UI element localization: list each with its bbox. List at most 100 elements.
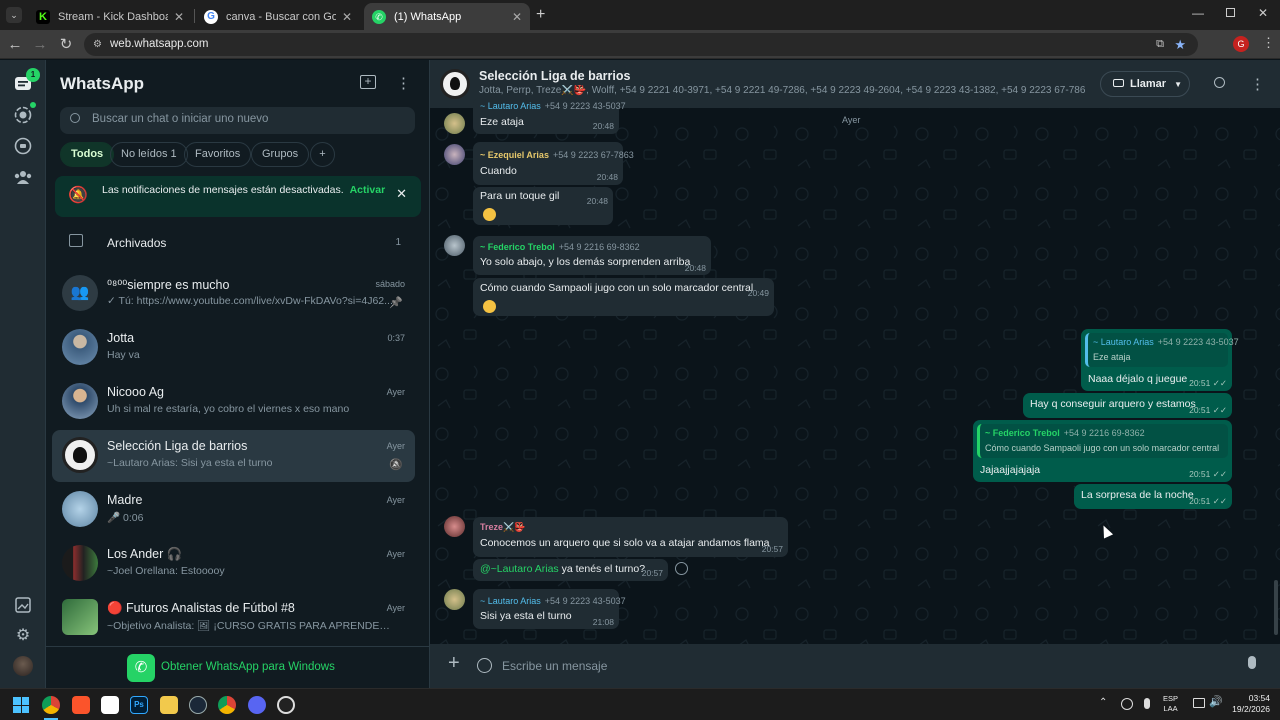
chat-row[interactable]: Nicooo Ag Uh si mal re estaría, yo cobro… bbox=[52, 376, 415, 428]
avatar bbox=[62, 491, 98, 527]
settings-icon[interactable]: ⚙ bbox=[11, 623, 35, 647]
microphone-tray-icon[interactable] bbox=[1144, 698, 1150, 709]
search-input[interactable]: Buscar un chat o iniciar uno nuevo bbox=[92, 113, 268, 125]
message-input[interactable]: Escribe un mensaje bbox=[502, 659, 607, 673]
profile-avatar[interactable] bbox=[13, 656, 33, 676]
forward-icon[interactable]: → bbox=[29, 34, 51, 56]
browser-menu-icon[interactable]: ⋮ bbox=[1262, 35, 1275, 51]
search-box[interactable]: Buscar un chat o iniciar uno nuevo bbox=[60, 107, 415, 134]
menu-icon[interactable]: ⋮ bbox=[1250, 75, 1265, 93]
message-in[interactable]: Cómo cuando Sampaoli jugo con un solo ma… bbox=[473, 278, 774, 316]
quoted-message[interactable]: ~ Lautaro Arias +54 9 2223 43-5037 Eze at… bbox=[1085, 333, 1239, 367]
message-out[interactable]: La sorpresa de la noche 20:51 ✓✓ bbox=[1074, 484, 1232, 509]
tab-title: canva - Buscar con Google bbox=[226, 10, 336, 23]
tray-app-icon[interactable] bbox=[1121, 698, 1133, 710]
sender-avatar bbox=[444, 589, 465, 610]
address-bar[interactable]: ⚙ web.whatsapp.com ⧉ ★ bbox=[84, 33, 1198, 56]
sticker-icon[interactable] bbox=[477, 658, 492, 673]
volume-icon[interactable]: 🔊 bbox=[1209, 695, 1223, 708]
capcut-icon[interactable] bbox=[101, 696, 119, 714]
chat-row[interactable]: Madre 🎤 0:06 Ayer bbox=[52, 484, 415, 536]
filter-unread[interactable]: No leídos 1 bbox=[110, 142, 188, 167]
file-explorer-icon[interactable] bbox=[160, 696, 178, 714]
message-text: Eze ataja bbox=[480, 116, 524, 128]
filter-groups[interactable]: Grupos bbox=[251, 142, 310, 167]
message-text: Para un toque gil bbox=[480, 190, 560, 202]
menu-icon[interactable]: ⋮ bbox=[396, 74, 411, 92]
mention-link[interactable]: @~Lautaro Arias bbox=[480, 563, 559, 575]
message-out[interactable]: Hay q conseguir arquero y estamos 20:51 … bbox=[1023, 393, 1232, 418]
chat-time: Ayer bbox=[386, 603, 405, 613]
group-avatar: 👥 bbox=[62, 275, 98, 311]
chat-row[interactable]: 🔴 Futuros Analistas de Fútbol #8 ~Objeti… bbox=[52, 592, 415, 644]
new-tab-button[interactable]: + bbox=[536, 6, 545, 24]
minimize-icon[interactable]: — bbox=[1192, 6, 1204, 20]
clock[interactable]: 03:54 19/2/2026 bbox=[1226, 693, 1270, 715]
message-time: 20:48 bbox=[596, 172, 618, 182]
chat-row-selected[interactable]: Selección Liga de barrios ~Lautaro Arias… bbox=[52, 430, 415, 482]
tab-google[interactable]: G canva - Buscar con Google ✕ bbox=[196, 3, 360, 30]
message-in[interactable]: Para un toque gil 20:48 bbox=[473, 187, 613, 225]
archived-row[interactable]: Archivados 1 bbox=[52, 218, 415, 268]
notice-activate-link[interactable]: Activar bbox=[350, 184, 386, 196]
message-in[interactable]: ~ Lautaro Arias +54 9 2223 43-5037 Eze at… bbox=[473, 98, 626, 134]
attach-plus-icon[interactable]: + bbox=[448, 652, 460, 675]
brave-icon[interactable] bbox=[72, 696, 90, 714]
message-in[interactable]: ~ Lautaro Arias +54 9 2223 43-5037 Sisi y… bbox=[473, 589, 626, 629]
steam-icon[interactable] bbox=[189, 696, 207, 714]
keyboard-language[interactable]: ESP LAA bbox=[1163, 694, 1178, 714]
tab-search-button[interactable]: ⌄ bbox=[6, 7, 22, 23]
group-avatar bbox=[62, 437, 98, 473]
communities-icon[interactable] bbox=[11, 165, 35, 189]
avatar bbox=[62, 545, 98, 581]
network-icon[interactable] bbox=[1193, 698, 1205, 708]
chat-row[interactable]: Jotta Hay va 0:37 bbox=[52, 322, 415, 374]
install-app-icon[interactable]: ⧉ bbox=[1156, 33, 1164, 56]
message-out[interactable]: ~ Lautaro Arias +54 9 2223 43-5037 Eze at… bbox=[1081, 329, 1239, 391]
restore-icon[interactable] bbox=[1226, 8, 1235, 17]
back-icon[interactable]: ← bbox=[4, 34, 26, 56]
profile-avatar[interactable]: G bbox=[1233, 36, 1249, 52]
message-time: 20:48 bbox=[592, 121, 614, 131]
media-icon[interactable] bbox=[11, 593, 35, 617]
tab-kick[interactable]: K Stream - Kick Dashboard ✕ bbox=[28, 3, 192, 30]
message-out[interactable]: ~ Federico Trebol +54 9 2216 69-8362 Cómo… bbox=[973, 420, 1232, 482]
message-in[interactable]: @~Lautaro Arias ya tenés el turno? 20:57 bbox=[473, 559, 668, 581]
close-icon[interactable]: ✕ bbox=[342, 10, 352, 24]
bookmark-star-icon[interactable]: ★ bbox=[1174, 33, 1186, 56]
call-button[interactable]: Llamar ▼ bbox=[1100, 71, 1190, 97]
tray-chevron-icon[interactable]: ⌃ bbox=[1099, 697, 1107, 708]
chrome-icon[interactable] bbox=[42, 696, 60, 714]
close-icon[interactable]: ✕ bbox=[174, 10, 184, 24]
filter-add-button[interactable]: + bbox=[310, 142, 335, 167]
site-info-icon[interactable]: ⚙ bbox=[93, 33, 102, 56]
discord-icon[interactable] bbox=[248, 696, 266, 714]
channels-icon[interactable] bbox=[11, 134, 35, 158]
chrome-profile-icon[interactable] bbox=[218, 696, 236, 714]
windows-start-icon[interactable] bbox=[13, 697, 29, 713]
tab-whatsapp[interactable]: ✆ (1) WhatsApp ✕ bbox=[364, 3, 530, 30]
chat-scrollbar[interactable] bbox=[1274, 580, 1278, 635]
message-in[interactable]: ~ Ezequiel Arias +54 9 2223 67-7863 Cuand… bbox=[473, 142, 634, 185]
message-text: Hay q conseguir arquero y estamos bbox=[1030, 398, 1196, 410]
media-player-icon[interactable] bbox=[277, 696, 295, 714]
filter-todos[interactable]: Todos bbox=[60, 142, 115, 167]
chat-row[interactable]: 👥 ⁰⁸⁰⁰siempre es mucho ✓ Tú: https://www… bbox=[52, 268, 415, 320]
chat-name: Los Ander 🎧 bbox=[107, 547, 183, 561]
message-in[interactable]: ~ Federico Trebol +54 9 2216 69-8362 Yo s… bbox=[473, 236, 711, 275]
get-windows-app-banner[interactable]: ✆ Obtener WhatsApp para Windows bbox=[46, 646, 429, 688]
close-window-icon[interactable]: ✕ bbox=[1258, 6, 1268, 20]
new-chat-icon[interactable]: + bbox=[360, 75, 376, 89]
close-icon[interactable]: ✕ bbox=[396, 186, 407, 202]
photoshop-icon[interactable]: Ps bbox=[130, 696, 148, 714]
message-text: Cómo cuando Sampaoli jugo con un solo ma… bbox=[480, 282, 754, 294]
close-icon[interactable]: ✕ bbox=[512, 10, 522, 24]
reload-icon[interactable]: ↻ bbox=[55, 34, 77, 56]
microphone-icon[interactable] bbox=[1248, 656, 1256, 669]
quoted-message[interactable]: ~ Federico Trebol +54 9 2216 69-8362 Cómo… bbox=[977, 424, 1228, 458]
search-icon[interactable] bbox=[1214, 77, 1225, 88]
filter-favorites[interactable]: Favoritos bbox=[184, 142, 252, 167]
message-in[interactable]: Treze⚔️👺 Conocemos un arquero que si sol… bbox=[473, 517, 788, 557]
chat-row[interactable]: Los Ander 🎧 ~Joel Orellana: Estooooy Aye… bbox=[52, 538, 415, 590]
react-emoji-icon[interactable] bbox=[675, 562, 688, 575]
